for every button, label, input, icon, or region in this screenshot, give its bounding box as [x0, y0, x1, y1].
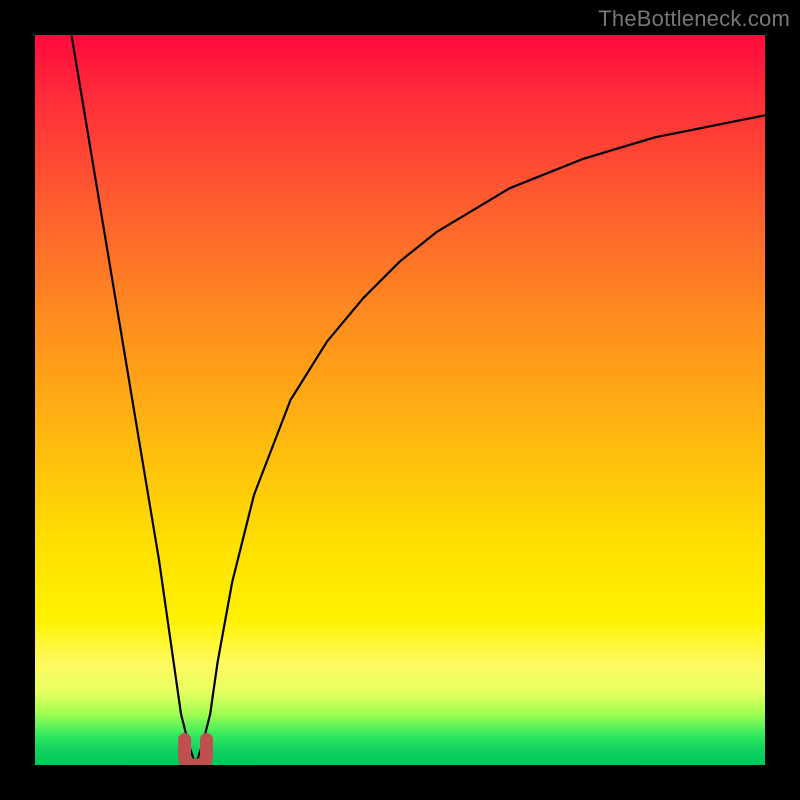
- optimum-marker: [185, 740, 207, 766]
- curve-line: [72, 35, 766, 765]
- watermark-text: TheBottleneck.com: [598, 6, 790, 32]
- plot-area: [35, 35, 765, 765]
- chart-frame: TheBottleneck.com: [0, 0, 800, 800]
- bottleneck-curve: [35, 35, 765, 765]
